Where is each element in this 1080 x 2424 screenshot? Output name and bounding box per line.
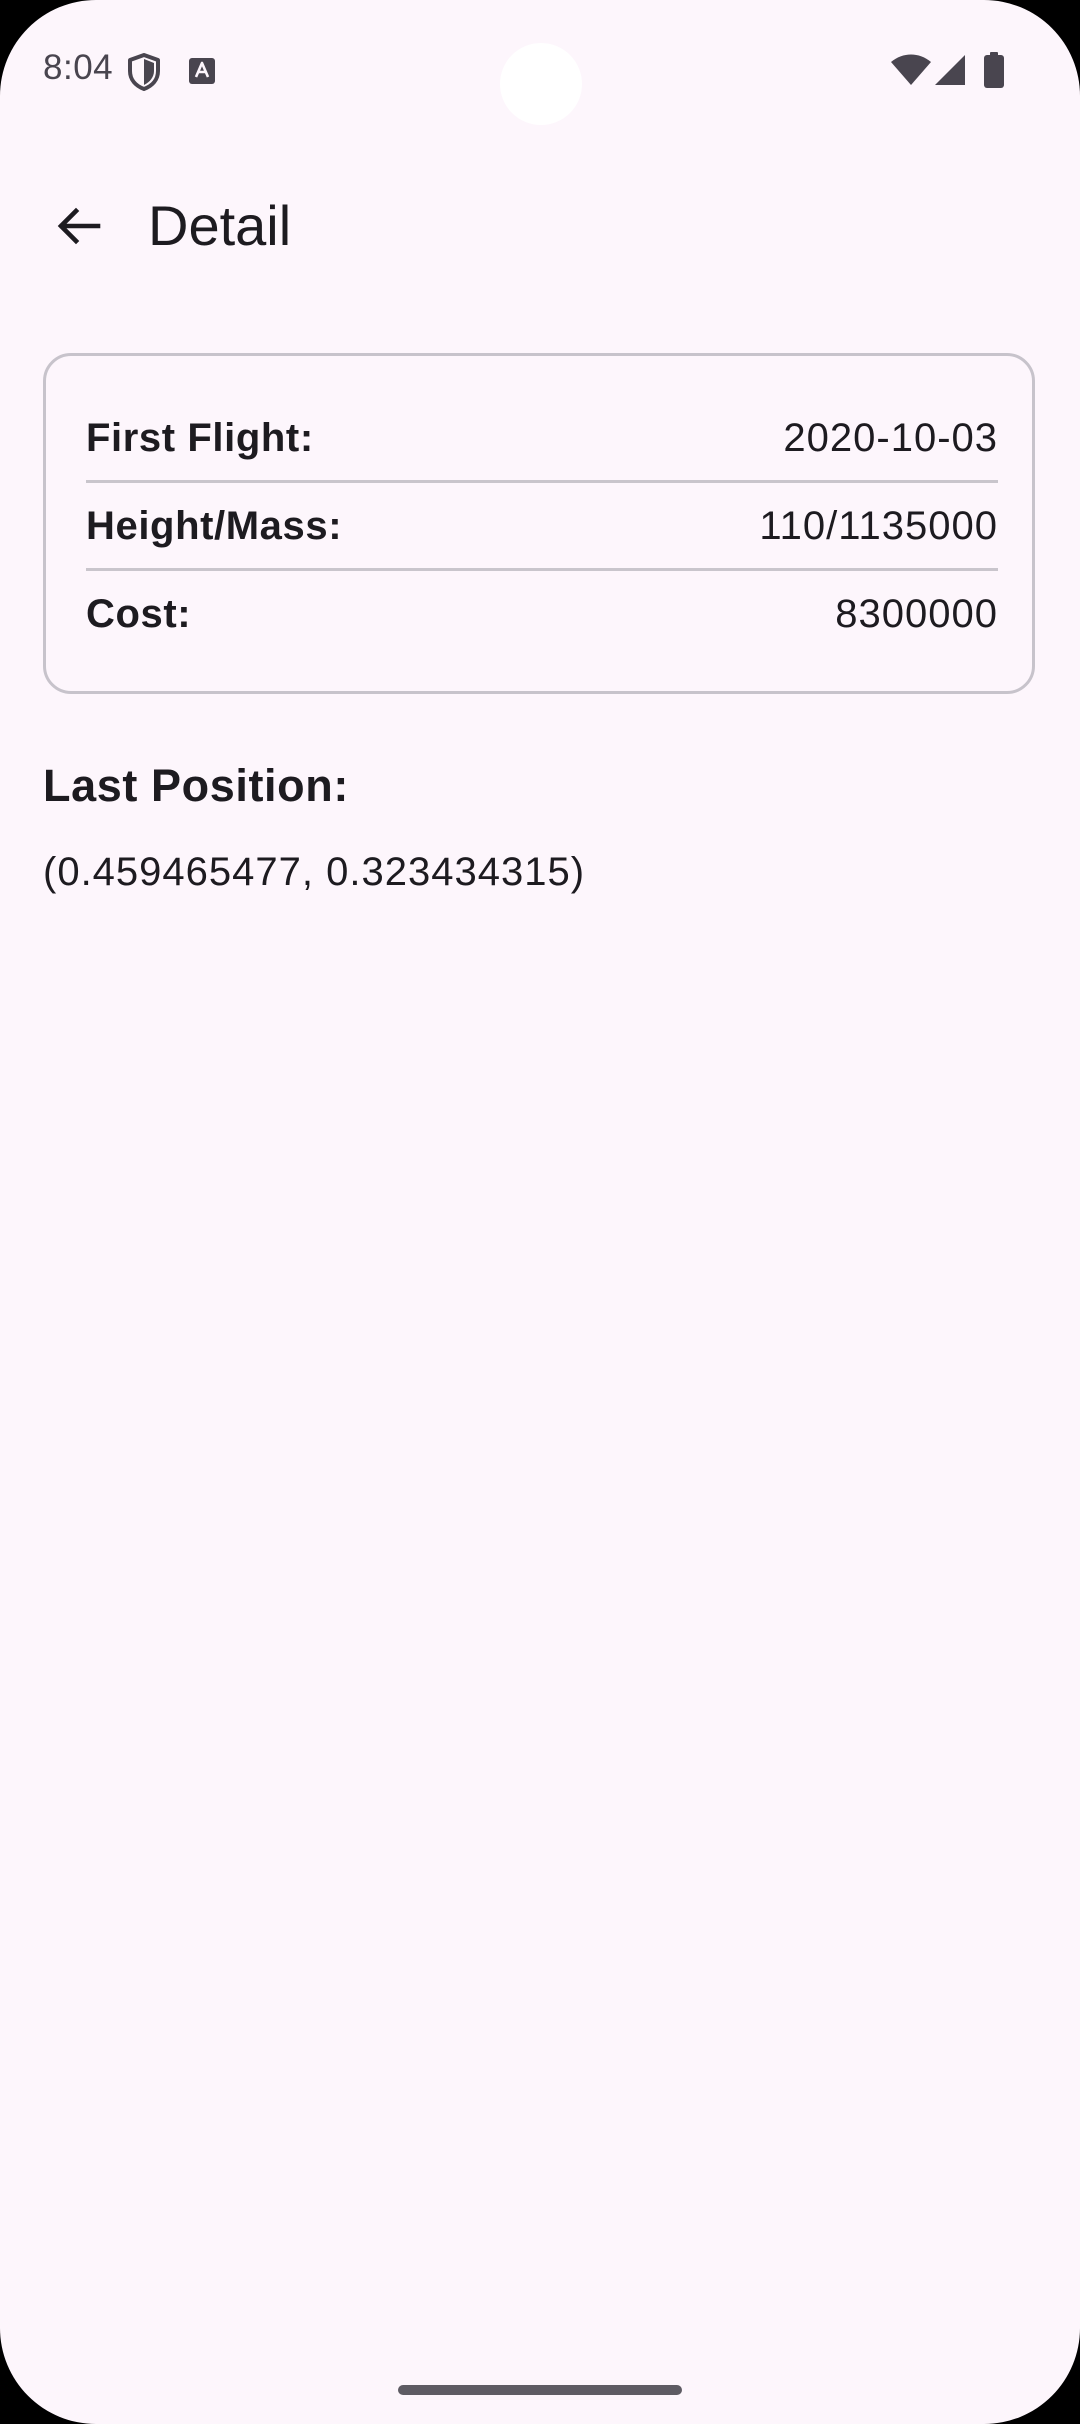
last-position-value: (0.459465477, 0.323434315)	[43, 850, 586, 894]
detail-value: 8300000	[835, 591, 998, 636]
camera-cutout	[500, 43, 582, 125]
details-card: First Flight: 2020-10-03 Height/Mass: 11…	[43, 353, 1035, 694]
status-bar: 8:04	[0, 0, 1080, 140]
back-button[interactable]	[30, 178, 126, 274]
shield-icon	[128, 53, 160, 91]
detail-value: 2020-10-03	[783, 415, 998, 460]
detail-row-height-mass: Height/Mass: 110/1135000	[86, 482, 998, 570]
page-title: Detail	[148, 194, 292, 257]
cellular-icon	[935, 55, 965, 85]
arrow-back-icon	[57, 207, 101, 245]
wifi-icon	[891, 54, 931, 85]
screen: 8:04 Detail First Flight: 2020-10-03 Hei…	[0, 0, 1080, 2424]
gesture-nav-handle[interactable]	[398, 2385, 682, 2395]
top-app-bar: Detail	[0, 170, 1080, 282]
detail-label: Height/Mass:	[86, 503, 343, 548]
detail-row-first-flight: First Flight: 2020-10-03	[86, 394, 998, 482]
battery-icon	[984, 52, 1004, 88]
detail-label: First Flight:	[86, 415, 314, 460]
detail-value: 110/1135000	[759, 503, 998, 548]
status-time: 8:04	[43, 48, 114, 87]
detail-label: Cost:	[86, 591, 192, 636]
last-position-title: Last Position:	[43, 760, 349, 811]
keyboard-a-icon	[189, 58, 215, 84]
detail-row-cost: Cost: 8300000	[86, 570, 998, 658]
